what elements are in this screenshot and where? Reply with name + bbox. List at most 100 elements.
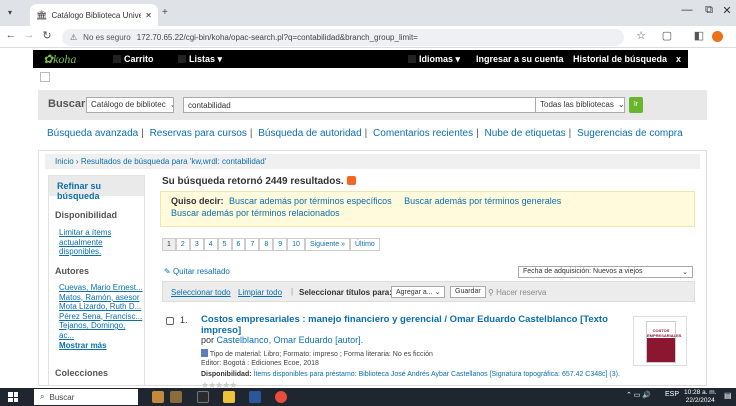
library-select[interactable]: Todas las bibliotecas ⌄ [535,97,625,113]
select-all-link[interactable]: Seleccionar todo [171,288,231,297]
result-checkbox[interactable] [166,317,174,325]
page-link[interactable]: 6 [231,238,246,251]
forward-icon[interactable]: → [22,29,36,41]
notifications-icon[interactable]: ▤ [724,391,732,400]
author-link[interactable]: Castelblanco, Omar Eduardo [autor]. [217,335,364,345]
bookmark-star-icon[interactable]: ☆ [634,29,648,42]
next-page-link[interactable]: Siguiente » [304,238,350,251]
course-reserves-link[interactable]: Reservas para cursos [150,128,247,139]
tray-icons[interactable]: ⌃ ▭ 🔊 [626,391,651,399]
minimize-button[interactable]: — [676,4,698,16]
tab-list-icon[interactable]: ▾ [8,8,12,17]
taskbar-search[interactable]: ⌕ Buscar [34,389,138,405]
did-you-mean-box: Quiso decir: Buscar además por términos … [160,191,695,227]
related-terms-link[interactable]: Buscar además por términos relacionados [171,208,340,218]
browser-tab[interactable]: 🏛 Catálogo Biblioteca Universid... ✕ [30,4,158,26]
search-history-link[interactable]: Historial de búsqueda [573,54,667,64]
facets-sidebar: Refinar su búsqueda Disponibilidad Limit… [48,175,145,386]
sort-select[interactable]: Fecha de adquisición: Nuevos a viejos ⌄ [518,266,693,278]
word-icon[interactable] [249,391,261,403]
author-facet[interactable]: Cuevas, Mario Ernest... [59,283,143,293]
limit-available-link[interactable]: Limitar a ítems actualmente disponibles. [59,228,111,257]
breadcrumb: Inicio › Resultados de búsqueda para 'kw… [45,154,700,169]
reload-icon[interactable]: ↻ [40,29,54,42]
languages-menu[interactable]: Idiomas ▾ [408,54,460,65]
lists-menu[interactable]: Listas ▾ [178,54,222,65]
page-link[interactable]: 4 [203,238,218,251]
file-explorer-icon[interactable] [223,391,235,403]
author-facet[interactable]: ac... [59,331,143,341]
search-icon: ⌕ [40,392,45,401]
clear-history-button[interactable]: x [676,54,681,64]
cover-image: COSTOS EMPRESARIALES [646,321,681,363]
author-facet[interactable]: Mota Lizardo, Ruth D... [59,302,143,312]
breadcrumb-current[interactable]: Resultados de búsqueda para 'kw,wrdl: co… [81,157,266,166]
language-indicator[interactable]: ESP [665,391,679,398]
recent-comments-link[interactable]: Comentarios recientes [373,128,473,139]
chevron-down-icon: ⌄ [682,269,688,276]
purchase-suggestions-link[interactable]: Sugerencias de compra [577,128,683,139]
narrower-terms-link[interactable]: Buscar además por términos específicos [229,196,392,206]
login-link[interactable]: Ingresar a su cuenta [476,54,564,64]
results-toolbar: Seleccionar todo Limpiar todo | Seleccio… [162,281,695,302]
search-go-button[interactable]: Ir [629,97,643,113]
chrome-icon[interactable] [275,391,287,403]
cart-link[interactable]: Carrito [113,54,154,64]
book-cover[interactable]: COSTOS EMPRESARIALES [633,316,687,366]
book-icon [201,349,208,357]
page-link[interactable]: 7 [245,238,260,251]
close-window-button[interactable]: ✕ [716,4,736,17]
taskbar-app-icon[interactable] [170,391,182,403]
page-link[interactable]: 10 [287,238,305,251]
collections-heading: Colecciones [55,368,109,378]
page-link[interactable]: 1 [162,238,176,251]
broader-terms-link[interactable]: Buscar además por términos generales [404,196,561,206]
tab-title: Catálogo Biblioteca Universid... [51,10,142,20]
profile-avatar[interactable] [712,31,723,42]
result-material: Tipo de material: Libro; Formato: impres… [201,349,433,358]
search-index-select[interactable]: Catálogo de bibliotec⌄ [86,97,174,113]
address-bar[interactable]: ⚠ No es seguro 172.70.65.22/cgi-bin/koha… [62,29,624,46]
authority-search-link[interactable]: Búsqueda de autoridad [258,128,361,139]
author-facet[interactable]: Matos, Ramón, asesor [59,293,143,303]
tag-cloud-link[interactable]: Nube de etiquetas [484,128,565,139]
show-more-link[interactable]: Mostrar más [59,341,143,351]
author-facet[interactable]: Tejanos, Domingo, [59,321,143,331]
page-link[interactable]: 5 [217,238,232,251]
advanced-search-link[interactable]: Búsqueda avanzada [47,128,138,139]
new-tab-button[interactable]: + [162,7,168,18]
page-link[interactable]: 2 [175,238,190,251]
taskbar-clock[interactable]: 10:28 a. m. 22/2/2024 [684,389,717,405]
search-input[interactable]: contabilidad [183,97,568,113]
windows-start-icon[interactable] [8,392,18,402]
more-searches: Búsqueda avanzada | Reservas para cursos |… [47,128,683,139]
author-facet[interactable]: Pérez Sena, Francisc... [59,312,143,322]
breadcrumb-home-link[interactable]: Inicio [55,157,74,166]
page-link[interactable]: 3 [189,238,204,251]
leaf-icon: ✿ [43,52,54,66]
back-icon[interactable]: ← [4,29,18,41]
sidebar-icon[interactable]: ◧ [692,29,706,42]
result-title-link[interactable]: Costos empresariales : manejo financiero… [201,314,626,336]
last-page-link[interactable]: Último [349,238,380,251]
flag-icon [408,55,416,63]
place-hold-button[interactable]: ⚲ Hacer reserva [488,288,546,297]
search-bar: Buscar Catálogo de bibliotec⌄ contabilid… [38,90,707,120]
extensions-icon[interactable]: ▢ [660,29,674,42]
availability-heading: Disponibilidad [55,210,117,220]
page-link[interactable]: 9 [273,238,288,251]
koha-logo[interactable]: ✿koha [43,52,76,67]
taskbar-widget-icon[interactable] [152,391,164,403]
refine-search-heading: Refinar su búsqueda [49,176,144,201]
task-view-icon[interactable] [197,391,209,403]
broken-image-icon [40,72,50,82]
selected-titles-label: Seleccionar títulos para: [299,288,392,297]
cart-icon [113,55,121,63]
remove-highlight-link[interactable]: ✎ Quitar resaltado [164,267,230,276]
clear-all-link[interactable]: Limpiar todo [238,288,282,297]
page-link[interactable]: 8 [259,238,274,251]
tab-close-icon[interactable]: ✕ [145,11,152,20]
save-button[interactable]: Guardar [450,286,486,298]
add-to-select[interactable]: Agregar a... ⌄ [391,286,446,298]
rss-icon[interactable] [346,176,356,185]
